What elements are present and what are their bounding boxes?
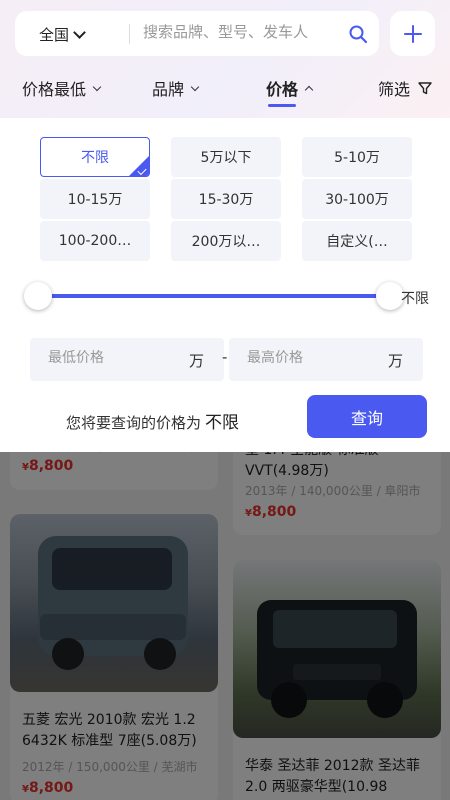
plus-icon [403,24,422,43]
filter-funnel-icon [418,82,432,95]
range-separator: - [222,348,228,366]
chevron-down-icon [73,26,86,39]
search-input[interactable] [143,23,333,41]
price-option[interactable]: 100-200… [40,221,150,261]
price-option[interactable]: 10-15万 [40,179,150,219]
add-button[interactable] [390,11,435,56]
option-label: 30-100万 [325,192,389,208]
option-label: 不限 [81,150,109,166]
top-header: 全国 价格最低 品牌 价格 筛选 [0,0,450,118]
max-price-field: 万 [229,338,423,381]
divider [129,24,130,44]
slider-max-label: 不限 [401,291,429,307]
option-label: 5-10万 [334,150,380,166]
option-label: 15-30万 [198,192,254,208]
price-option[interactable]: 5万以下 [171,137,281,177]
tab-label: 品牌 [152,80,185,99]
unit-label: 万 [387,352,403,370]
search-bar: 全国 [15,11,379,56]
option-label: 200万以… [191,234,261,250]
option-label: 100-200… [58,233,132,249]
sort-filter-tabs: 价格最低 品牌 价格 筛选 [0,72,450,112]
tab-price[interactable]: 价格 [266,76,314,100]
option-label: 5万以下 [200,150,252,166]
tab-label: 筛选 [378,80,411,99]
price-filter-panel: 不限 5万以下 5-10万 10-15万 15-30万 30-100万 100-… [0,118,450,452]
tab-label: 价格 [266,80,299,99]
summary-prefix: 您将要查询的价格为 [66,414,202,432]
tab-filter[interactable]: 筛选 [378,76,432,100]
query-button[interactable]: 查询 [307,395,427,438]
search-icon[interactable] [348,24,368,44]
price-range-slider[interactable] [38,294,390,298]
price-summary: 您将要查询的价格为 不限 [66,408,239,433]
max-price-input[interactable] [247,350,377,366]
min-price-input[interactable] [48,350,178,366]
min-price-field: 万 [30,338,224,381]
option-label: 10-15万 [67,192,123,208]
price-option-unlimited[interactable]: 不限 [40,137,150,177]
region-selector[interactable]: 全国 [39,24,86,45]
region-label: 全国 [39,26,70,44]
tab-brand[interactable]: 品牌 [152,76,200,100]
dim-overlay[interactable] [0,452,450,800]
unit-label: 万 [188,352,204,370]
slider-max-handle[interactable] [376,282,404,310]
chevron-down-icon [190,82,200,91]
active-tab-indicator [268,104,296,107]
tab-label: 价格最低 [22,80,87,99]
price-option[interactable]: 15-30万 [171,179,281,219]
option-label: 自定义(… [326,234,388,250]
slider-min-handle[interactable] [24,282,52,310]
price-option[interactable]: 200万以… [171,221,281,261]
price-option-custom[interactable]: 自定义(… [302,221,412,261]
price-option[interactable]: 5-10万 [302,137,412,177]
price-option[interactable]: 30-100万 [302,179,412,219]
chevron-up-icon [304,85,314,94]
chevron-down-icon [92,82,102,91]
tab-sort-lowest-price[interactable]: 价格最低 [22,76,102,100]
summary-value: 不限 [205,413,240,433]
